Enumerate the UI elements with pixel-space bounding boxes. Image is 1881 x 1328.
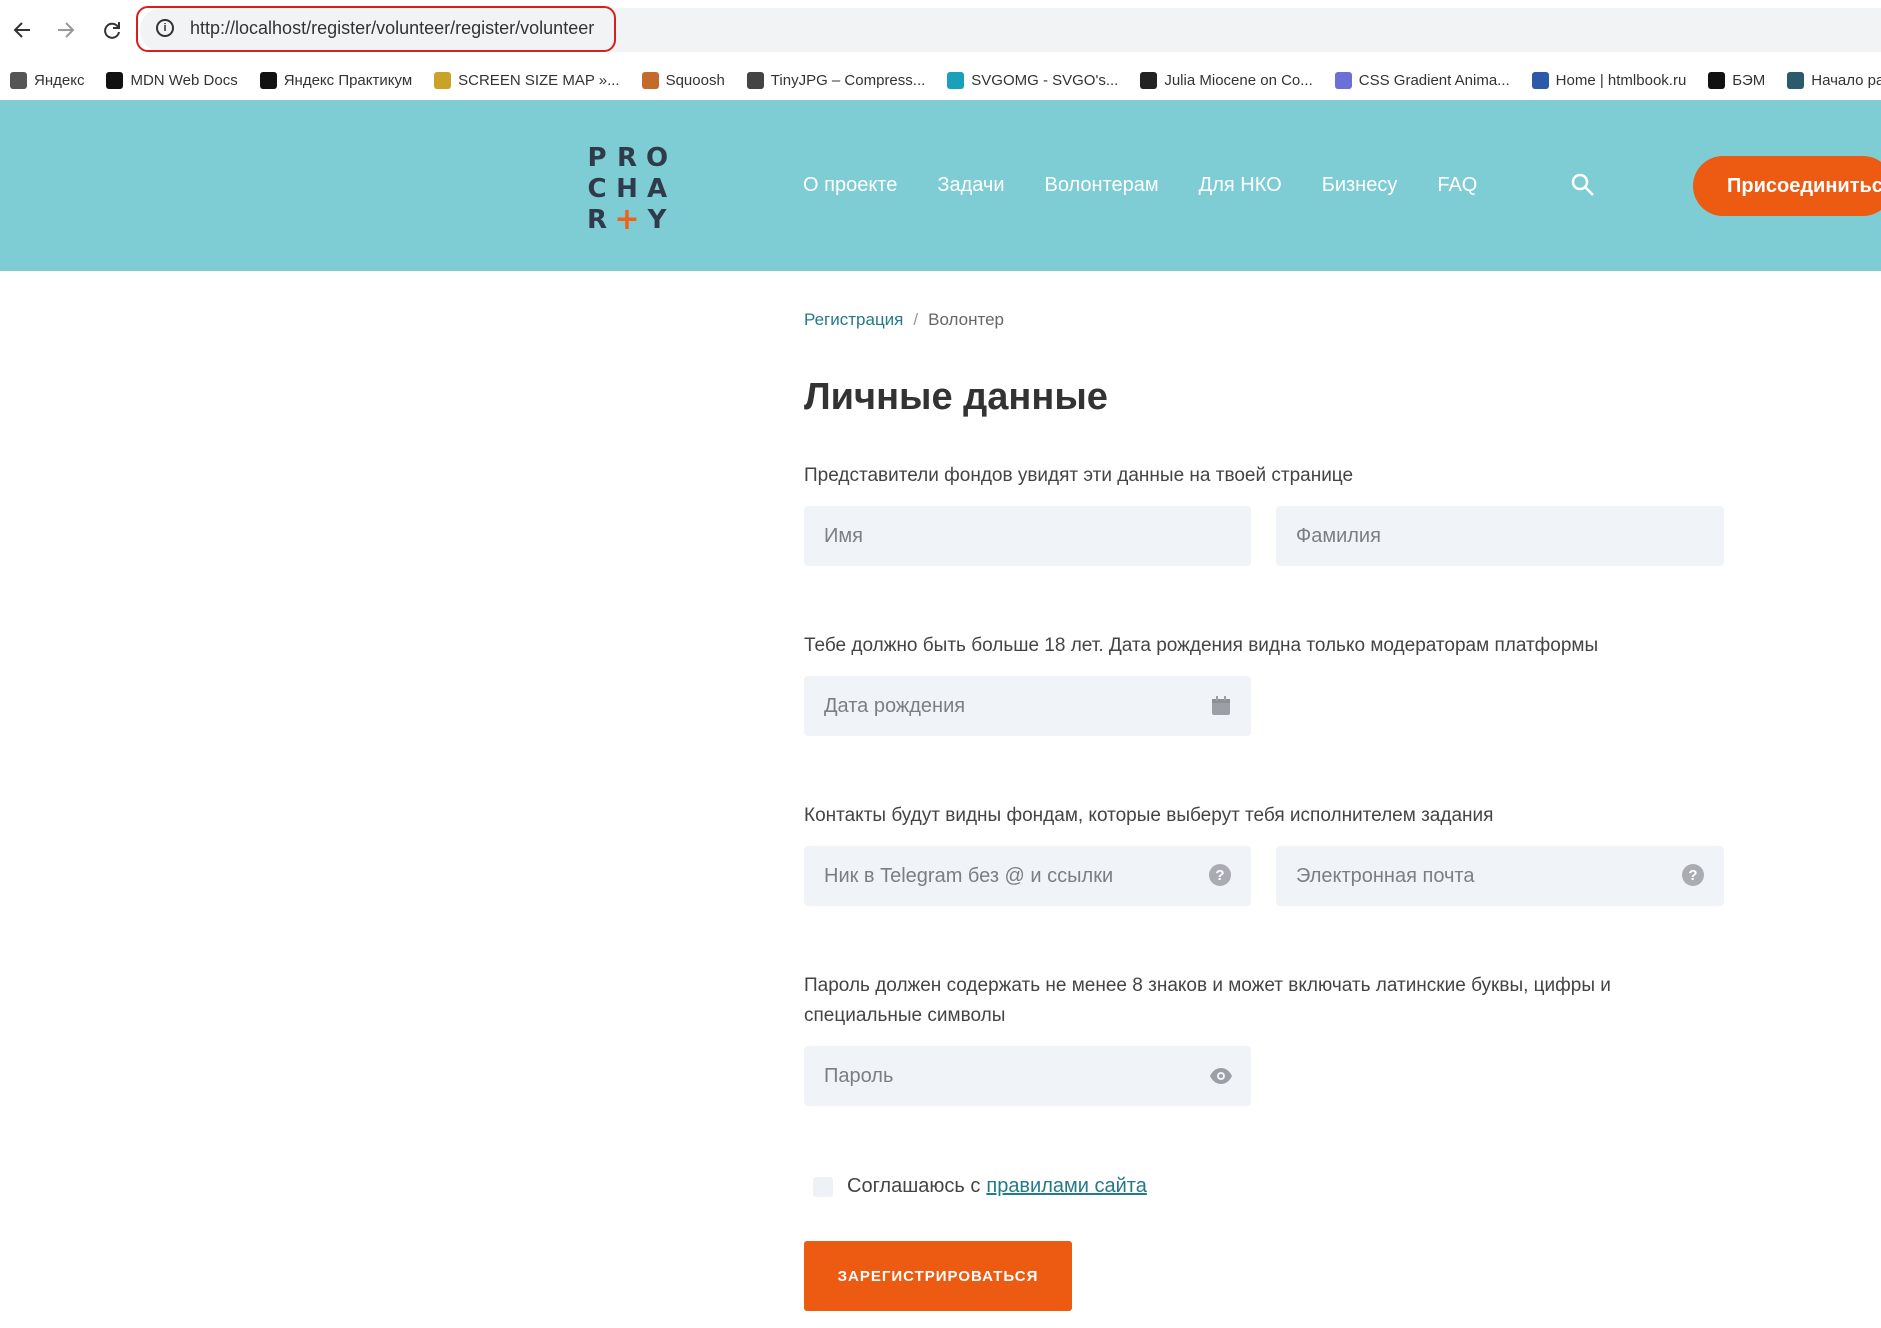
birth-date-field[interactable] [804, 676, 1251, 736]
bookmark-item[interactable]: SCREEN SIZE MAP »... [434, 71, 620, 89]
join-button[interactable]: Присоединиться [1693, 156, 1881, 216]
procharity-logo[interactable]: P R O C H A R + Y [582, 142, 672, 238]
bookmark-item[interactable]: Яндекс Практикум [259, 71, 413, 89]
contacts-hint: Контакты будут видны фондам, которые выб… [804, 805, 1494, 826]
htmlbook-icon [1531, 71, 1549, 89]
nav-link[interactable]: FAQ [1437, 174, 1477, 197]
nav-link[interactable]: Для НКО [1199, 174, 1282, 197]
bookmark-item[interactable]: Home | htmlbook.ru [1531, 71, 1687, 89]
bookmark-label: Home | htmlbook.ru [1555, 71, 1687, 89]
bookmark-label: SCREEN SIZE MAP »... [458, 71, 620, 89]
first-name-field[interactable] [804, 506, 1251, 566]
bookmark-label: MDN Web Docs [130, 71, 238, 89]
logo-letter: R [586, 204, 608, 235]
svgomg-icon [947, 71, 965, 89]
bookmark-item[interactable]: Яндекс [10, 71, 85, 89]
gradient-icon [1334, 71, 1352, 89]
last-name-field[interactable] [1276, 506, 1724, 566]
bookmark-item[interactable]: Squoosh [641, 71, 725, 89]
search-icon[interactable] [1570, 172, 1596, 198]
logo-letter: O [645, 142, 669, 173]
telegram-field[interactable]: ? [804, 846, 1251, 906]
logo-letter: A [646, 173, 668, 204]
bookmark-item[interactable]: Начало работы [1787, 71, 1881, 89]
agree-checkbox[interactable] [813, 1176, 833, 1197]
mdn-icon [106, 71, 124, 89]
calendar-icon[interactable] [1209, 694, 1233, 718]
logo-letter: P [587, 142, 607, 173]
telegram-input[interactable] [804, 846, 1251, 906]
codepen-icon [1140, 71, 1158, 89]
bookmark-item[interactable]: Julia Miocene on Co... [1140, 71, 1313, 89]
browser-toolbar: i http://localhost/register/volunteer/re… [0, 0, 1881, 60]
email-help-icon[interactable]: ? [1682, 864, 1706, 888]
telegram-help-icon[interactable]: ? [1209, 864, 1233, 888]
bookmarks-bar: Яндекс MDN Web Docs Яндекс Практикум SCREEN… [0, 60, 1881, 100]
bookmark-label: TinyJPG – Compress... [770, 71, 926, 89]
practicum-icon [259, 71, 277, 89]
main-nav: О проекте Задачи Волонтерам Для НКО Бизнесу F… [803, 174, 1517, 197]
bookmark-label: Julia Miocene on Co... [1164, 71, 1313, 89]
breadcrumb-separator: / [913, 310, 919, 329]
site-rules-link[interactable]: правилами сайта [986, 1175, 1147, 1198]
bookmark-label: CSS Gradient Anima... [1358, 71, 1510, 89]
help-symbol: ? [1209, 864, 1231, 886]
bookmark-label: Яндекс [34, 71, 85, 89]
bookmark-label: Начало работы [1811, 71, 1881, 89]
screensize-icon [434, 71, 452, 89]
agreement-row: Соглашаюсь с правилами сайта [813, 1175, 1147, 1198]
birth-hint: Тебе должно быть больше 18 лет. Дата рож… [804, 635, 1599, 656]
panda-icon [746, 71, 764, 89]
bookmark-label: Яндекс Практикум [283, 71, 413, 89]
bookmark-item[interactable]: CSS Gradient Anima... [1334, 71, 1510, 89]
email-input[interactable] [1276, 846, 1724, 906]
bookmark-item[interactable]: SVGOMG - SVGO's... [947, 71, 1119, 89]
nav-link[interactable]: О проекте [803, 174, 897, 197]
bookmark-label: SVGOMG - SVGO's... [971, 71, 1119, 89]
last-name-input[interactable] [1276, 506, 1724, 566]
breadcrumb: Регистрация / Волонтер [804, 310, 1004, 330]
bookmark-item[interactable]: MDN Web Docs [106, 71, 238, 89]
url-highlight-annotation [136, 6, 616, 52]
react-icon [1787, 71, 1805, 89]
register-button[interactable]: ЗАРЕГИСТРИРОВАТЬСЯ [804, 1241, 1072, 1311]
logo-letter: R [616, 142, 638, 173]
logo-letter: H [616, 173, 638, 204]
name-hint: Представители фондов увидят эти данные н… [804, 465, 1354, 486]
logo-letter: Y [647, 204, 667, 235]
bem-icon [1708, 71, 1726, 89]
nav-link[interactable]: Бизнесу [1322, 174, 1398, 197]
globe-icon [10, 71, 27, 89]
password-input[interactable] [804, 1046, 1251, 1106]
page-title: Личные данные [804, 376, 1108, 418]
show-password-eye-icon[interactable] [1209, 1064, 1233, 1088]
birth-date-input[interactable] [804, 676, 1251, 736]
bookmark-item[interactable]: БЭМ [1708, 71, 1766, 89]
agree-text: Соглашаюсь с [847, 1175, 981, 1197]
password-hint: Пароль должен содержать не менее 8 знако… [804, 975, 1611, 1026]
nav-link[interactable]: Волонтерам [1045, 174, 1159, 197]
help-symbol: ? [1682, 864, 1704, 886]
breadcrumb-current: Волонтер [928, 310, 1005, 329]
reload-icon[interactable] [96, 14, 128, 46]
password-field[interactable] [804, 1046, 1251, 1106]
logo-letter: C [587, 173, 607, 204]
back-arrow-icon[interactable] [6, 14, 38, 46]
breadcrumb-registration-link[interactable]: Регистрация [804, 310, 903, 329]
squoosh-icon [641, 71, 659, 89]
bookmark-item[interactable]: TinyJPG – Compress... [746, 71, 926, 89]
first-name-input[interactable] [804, 506, 1251, 566]
bookmark-label: Squoosh [665, 71, 725, 89]
logo-plus-mark: + [614, 202, 640, 237]
email-field[interactable]: ? [1276, 846, 1724, 906]
nav-link[interactable]: Задачи [937, 174, 1004, 197]
bookmark-label: БЭМ [1732, 71, 1766, 89]
forward-arrow-icon[interactable] [50, 14, 82, 46]
